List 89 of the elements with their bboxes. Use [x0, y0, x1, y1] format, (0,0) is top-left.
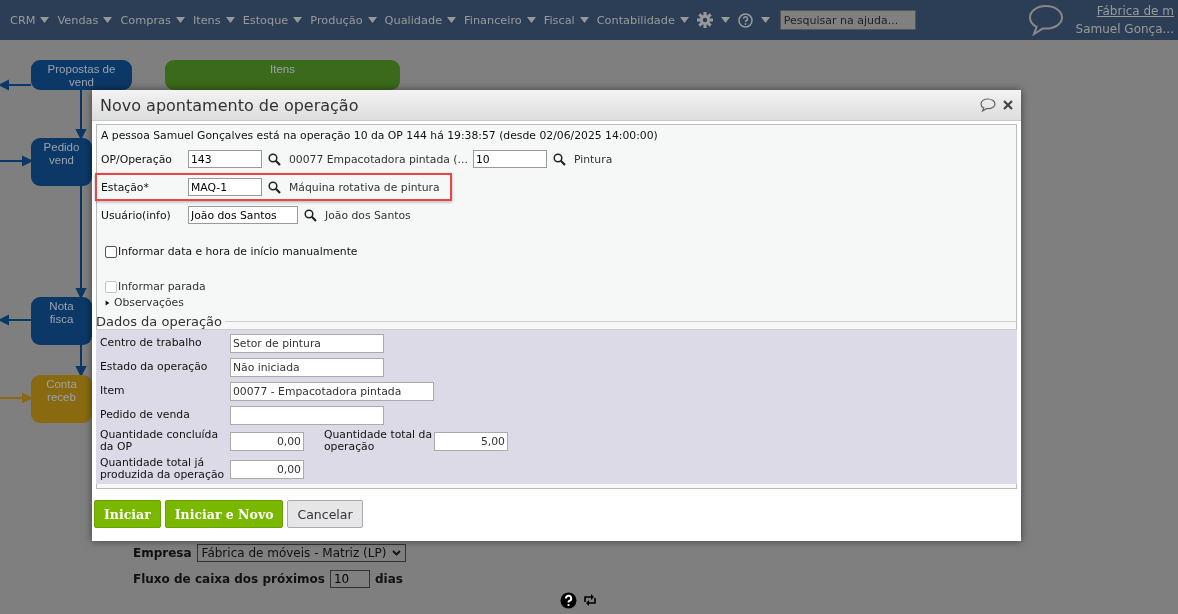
- caret-icon[interactable]: [225, 17, 235, 23]
- node-label: Nota: [49, 300, 74, 313]
- field-label: Estação*: [101, 180, 150, 194]
- node-label: fisca: [49, 313, 74, 326]
- field-label: Quantidade total da operação: [324, 429, 434, 453]
- node-label: Pedido: [43, 141, 80, 154]
- field-label: Quantidade total já produzida da operação: [100, 457, 226, 481]
- gear-icon[interactable]: [696, 12, 713, 28]
- caret-icon[interactable]: [720, 17, 730, 23]
- node-label: Itens: [270, 63, 295, 76]
- action-button[interactable]: Cancelar: [287, 500, 363, 528]
- lookup-field[interactable]: 143: [188, 150, 262, 168]
- node-label: Propostas de: [47, 63, 116, 76]
- menu-item[interactable]: Estoque: [242, 13, 303, 27]
- flowchart-node[interactable]: Pedido vend: [31, 138, 92, 186]
- caret-icon[interactable]: [175, 17, 185, 23]
- menu-item[interactable]: CRM: [10, 13, 50, 27]
- menu-item[interactable]: Compras: [120, 13, 185, 27]
- chevron-down-icon: [392, 550, 402, 556]
- field-description: Máquina rotativa de pintura: [289, 180, 440, 194]
- read-only-field[interactable]: [230, 405, 384, 425]
- field-label: OP/Operação: [101, 152, 173, 166]
- menu-item[interactable]: Qualidade: [384, 13, 457, 27]
- days-field[interactable]: 10: [329, 570, 370, 588]
- menu-item[interactable]: Contabilidade: [596, 13, 689, 27]
- help-search-field[interactable]: Pesquisar na ajuda...: [779, 10, 916, 30]
- caret-icon[interactable]: [447, 17, 457, 23]
- chat-bubble-icon[interactable]: [980, 98, 996, 112]
- field-description: João dos Santos: [325, 208, 411, 222]
- field-description: Pintura: [574, 152, 613, 166]
- status-message: A pessoa Samuel Gonçalves está na operação 10 da OP 144 há 19:38:57 (desde 02/06/2025 14:00:00): [100, 128, 659, 142]
- caret-icon[interactable]: [293, 17, 303, 23]
- search-icon[interactable]: [304, 208, 317, 222]
- company-link[interactable]: Fábrica de m: [1096, 4, 1174, 18]
- field-label: Quantidade concluída da OP: [100, 429, 220, 453]
- action-button[interactable]: Iniciar: [94, 500, 161, 528]
- read-only-field[interactable]: 0,00: [230, 431, 304, 451]
- read-only-field[interactable]: 00077 - Empacotadora pintada: [230, 381, 434, 401]
- caret-icon[interactable]: [579, 17, 589, 23]
- lookup-field[interactable]: 10: [473, 150, 547, 168]
- search-icon[interactable]: [553, 152, 566, 166]
- checkbox[interactable]: [105, 245, 117, 258]
- node-label: vend: [69, 76, 94, 89]
- caret-icon[interactable]: [367, 17, 377, 23]
- field-label: Centro de trabalho: [100, 337, 203, 349]
- field-description: 00077 Empacotadora pintada (...: [289, 152, 469, 166]
- close-icon[interactable]: [1003, 100, 1013, 110]
- caret-icon[interactable]: [40, 17, 50, 23]
- triangle-icon: [105, 298, 110, 307]
- caret-icon[interactable]: [760, 17, 770, 23]
- menu-item[interactable]: Fiscal: [543, 13, 589, 27]
- search-icon[interactable]: [268, 180, 281, 194]
- caret-icon[interactable]: [526, 17, 536, 23]
- field-label: Pedido de venda: [100, 409, 191, 421]
- menu-item[interactable]: Financeiro: [464, 13, 536, 27]
- company-label: Empresa: [133, 546, 192, 560]
- user-name[interactable]: Samuel Gonça...: [1075, 22, 1174, 36]
- field-label: Estado da operação: [100, 361, 209, 373]
- node-label: vend: [49, 154, 74, 167]
- menu-item[interactable]: Produção: [310, 13, 377, 27]
- node-label: Conta: [46, 378, 77, 391]
- dialog-title: Novo apontamento de operação: [100, 95, 360, 115]
- refresh-arrows-icon[interactable]: [582, 592, 598, 608]
- flowchart-node[interactable]: Propostas de vend: [31, 60, 132, 90]
- observations-expander[interactable]: Observações: [105, 296, 1016, 309]
- days-unit: dias: [374, 572, 403, 586]
- read-only-field[interactable]: Setor de pintura: [230, 333, 384, 353]
- menu-item[interactable]: Vendas: [57, 13, 113, 27]
- read-only-field[interactable]: 5,00: [434, 431, 508, 451]
- checkbox-label[interactable]: Informar data e hora de início manualmente: [118, 245, 358, 258]
- read-only-field[interactable]: 0,00: [230, 459, 304, 479]
- lookup-field[interactable]: MAQ-1: [188, 178, 262, 196]
- search-icon[interactable]: [268, 152, 281, 166]
- chat-bubble-icon[interactable]: [1027, 4, 1064, 36]
- action-button[interactable]: Iniciar e Novo: [164, 500, 284, 528]
- field-label: Item: [100, 385, 126, 397]
- flowchart-node[interactable]: Itens: [165, 60, 400, 90]
- company-select[interactable]: Fábrica de móveis - Matriz (LP): [196, 544, 407, 562]
- lookup-field[interactable]: João dos Santos: [188, 206, 298, 224]
- node-label: receb: [47, 391, 76, 404]
- flowchart-node[interactable]: Nota fisca: [31, 297, 92, 345]
- caret-icon[interactable]: [679, 17, 689, 23]
- field-label: Usuário(info): [101, 208, 172, 222]
- help-icon[interactable]: [560, 592, 577, 609]
- section-title: Dados da operação: [96, 314, 223, 329]
- cashflow-label: Fluxo de caixa dos próximos: [133, 572, 325, 586]
- caret-icon[interactable]: [103, 17, 113, 23]
- menu-item[interactable]: Itens: [192, 13, 235, 27]
- read-only-field[interactable]: Não iniciada: [230, 357, 384, 377]
